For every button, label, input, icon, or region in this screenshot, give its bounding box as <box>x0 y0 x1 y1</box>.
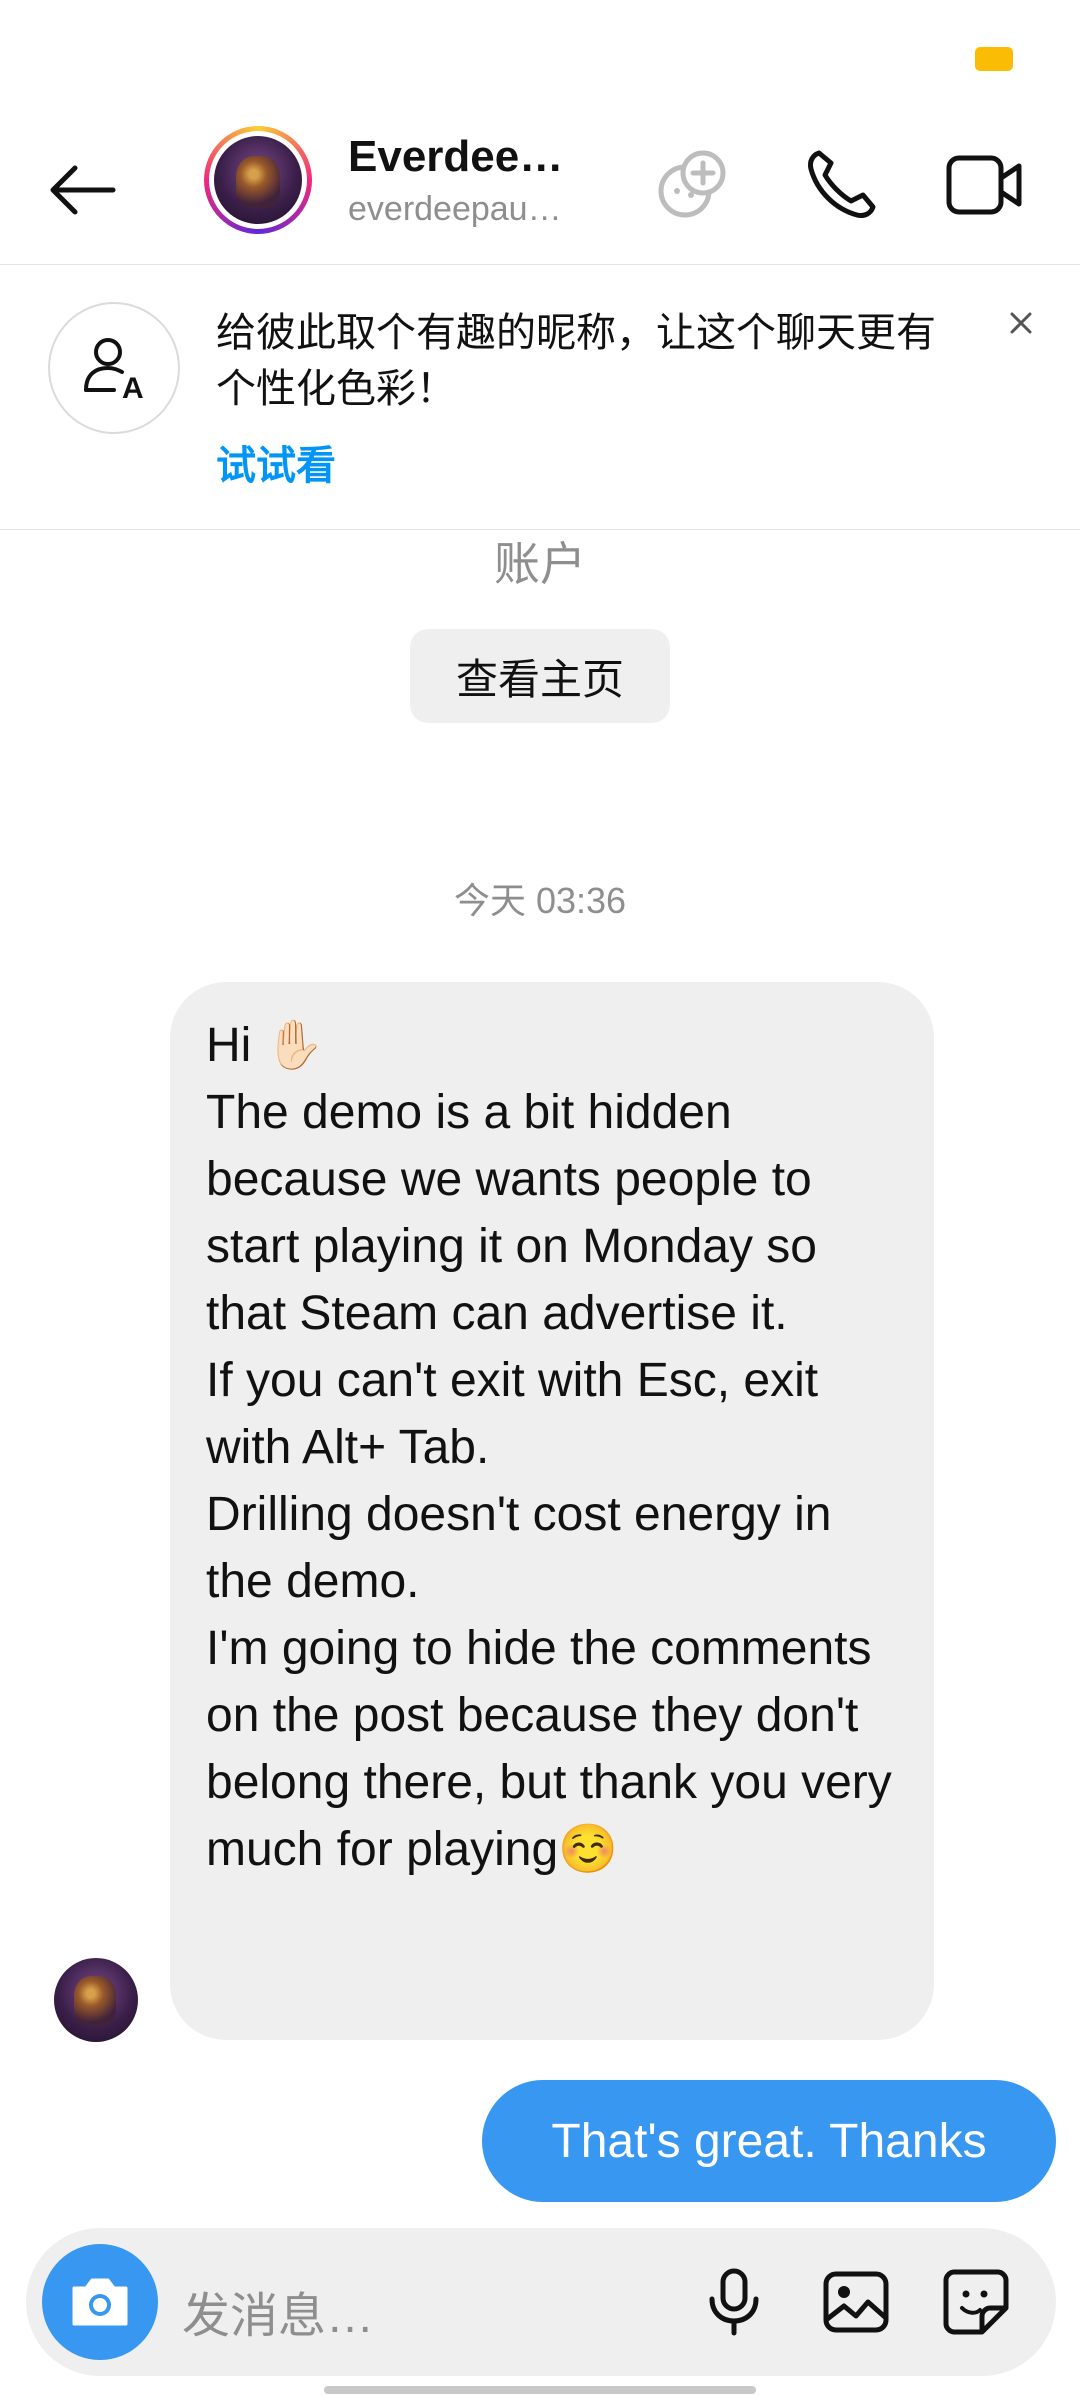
chat-header: Everdee… everdeepau… <box>0 110 1080 265</box>
close-icon <box>1010 312 1032 334</box>
image-icon <box>823 2271 889 2333</box>
phone-icon <box>808 150 876 218</box>
arrow-left-icon <box>50 165 116 215</box>
gallery-button[interactable] <box>816 2262 896 2342</box>
status-bar <box>0 0 1080 110</box>
view-profile-button[interactable]: 查看主页 <box>410 629 670 723</box>
contact-avatar[interactable] <box>204 126 312 234</box>
sender-avatar[interactable] <box>54 1958 138 2042</box>
video-call-button[interactable] <box>940 140 1030 230</box>
incoming-message-bubble[interactable]: Hi ✋🏻 The demo is a bit hidden because w… <box>170 982 934 2040</box>
effects-button[interactable] <box>648 140 738 230</box>
close-banner-button[interactable] <box>1004 306 1038 340</box>
sticker-button[interactable] <box>936 2262 1016 2342</box>
contact-name[interactable]: Everdee… <box>348 132 563 182</box>
message-composer: 发消息… <box>26 2228 1056 2376</box>
message-timestamp: 今天 03:36 <box>453 880 627 921</box>
account-label: 账户 <box>494 538 586 590</box>
camera-button[interactable] <box>42 2244 158 2360</box>
microphone-icon <box>709 2268 759 2336</box>
try-it-link[interactable]: 试试看 <box>216 433 336 491</box>
contact-handle[interactable]: everdeepau… <box>348 190 562 229</box>
nickname-icon: A <box>48 302 180 434</box>
voice-message-button[interactable] <box>694 2262 774 2342</box>
camera-icon <box>72 2278 128 2326</box>
battery-icon <box>975 47 1013 71</box>
nickname-banner: A 给彼此取个有趣的昵称，让这个聊天更有个性化色彩！ 试试看 <box>0 265 1080 530</box>
sticker-icon <box>943 2269 1009 2335</box>
incoming-message-text: Hi ✋🏻 The demo is a bit hidden because w… <box>206 1019 892 1876</box>
nickname-prompt-text: 给彼此取个有趣的昵称，让这个聊天更有个性化色彩！ <box>216 311 936 411</box>
face-plus-icon <box>658 150 726 218</box>
svg-text:A: A <box>122 372 144 405</box>
outgoing-message-bubble[interactable]: That's great. Thanks <box>482 2080 1056 2202</box>
home-indicator <box>324 2386 756 2394</box>
message-input[interactable]: 发消息… <box>182 2276 374 2346</box>
video-camera-icon <box>946 155 1022 215</box>
back-button[interactable] <box>42 150 122 230</box>
voice-call-button[interactable] <box>796 140 886 230</box>
